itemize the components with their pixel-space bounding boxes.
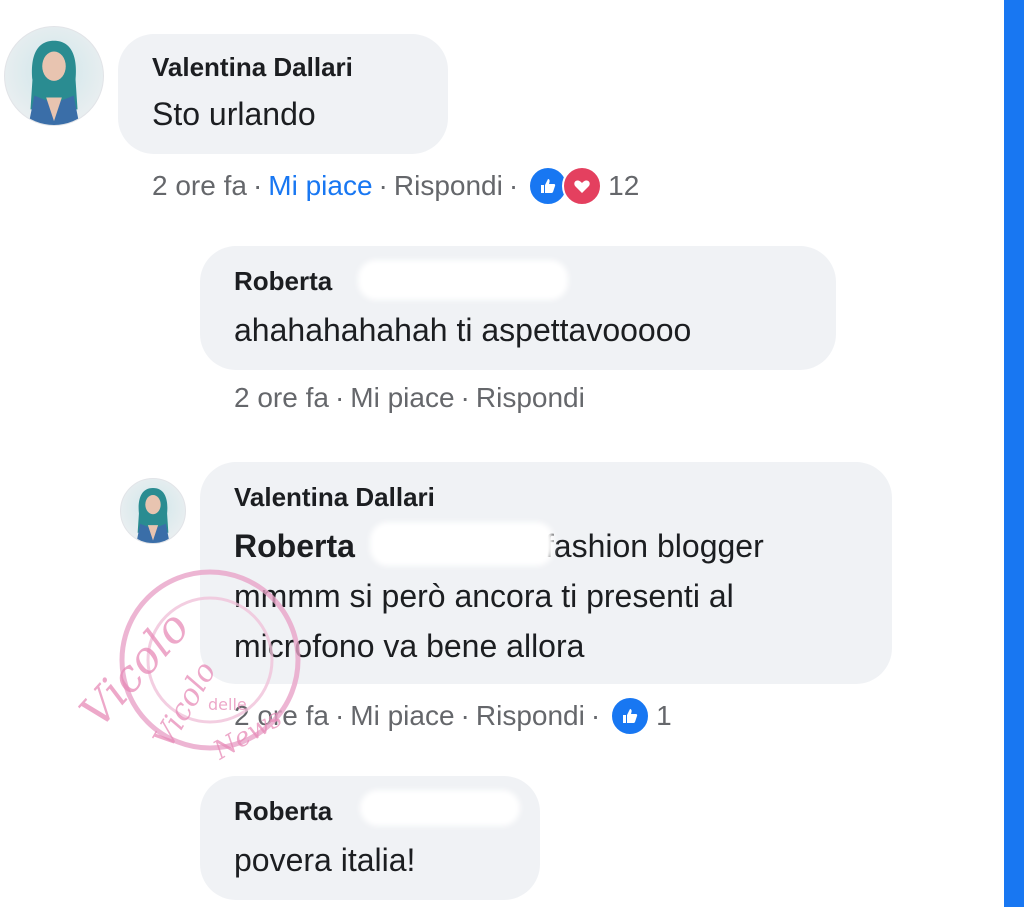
timestamp[interactable]: 2 ore fa [234,382,329,414]
mention-link[interactable]: Roberta [234,528,355,564]
reactions-summary[interactable]: 12 [528,166,639,206]
comment-author[interactable]: Valentina Dallari [234,482,435,513]
comment-author[interactable]: Roberta [234,266,332,297]
redaction [360,790,520,826]
reply-link[interactable]: Rispondi [476,382,585,414]
comment-actions: 2 ore fa · Mi piace · Rispondi [234,382,585,414]
profile-photo-icon [136,487,170,543]
comment-text: Sto urlando [152,96,316,132]
avatar[interactable] [120,478,186,544]
timestamp[interactable]: 2 ore fa [152,170,247,202]
right-edge-bar [1004,0,1024,907]
comment-author[interactable]: Roberta [234,796,332,827]
avatar[interactable] [4,26,104,126]
reaction-count: 1 [656,700,672,731]
comment-actions: 2 ore fa · Mi piace · Rispondi · 12 [152,166,639,206]
reaction-count: 12 [608,170,640,201]
comment-text: povera italia! [234,842,416,878]
reply-link[interactable]: Rispondi [394,170,503,202]
like-link[interactable]: Mi piace [350,700,454,732]
comment-actions: 2 ore fa · Mi piace · Rispondi · 1 [234,696,672,736]
like-link[interactable]: Mi piace [350,382,454,414]
redaction [358,260,568,300]
comment-text: fashion blogger [544,528,764,564]
comment-text-line: mmmm si però ancora ti presenti al [234,578,734,614]
heart-icon [562,166,603,206]
comment-text: ahahahahahah ti aspettavooooo [234,312,692,348]
like-icon [610,696,651,736]
redaction [370,522,554,566]
watermark-text: Vicolo [70,602,199,738]
reactions-summary[interactable]: 1 [610,696,672,736]
reply-link[interactable]: Rispondi [476,700,585,732]
comment-author[interactable]: Valentina Dallari [152,52,353,83]
profile-photo-icon [28,40,80,125]
comment-text-line: microfono va bene allora [234,628,585,664]
timestamp[interactable]: 2 ore fa [234,700,329,732]
like-link[interactable]: Mi piace [268,170,372,202]
